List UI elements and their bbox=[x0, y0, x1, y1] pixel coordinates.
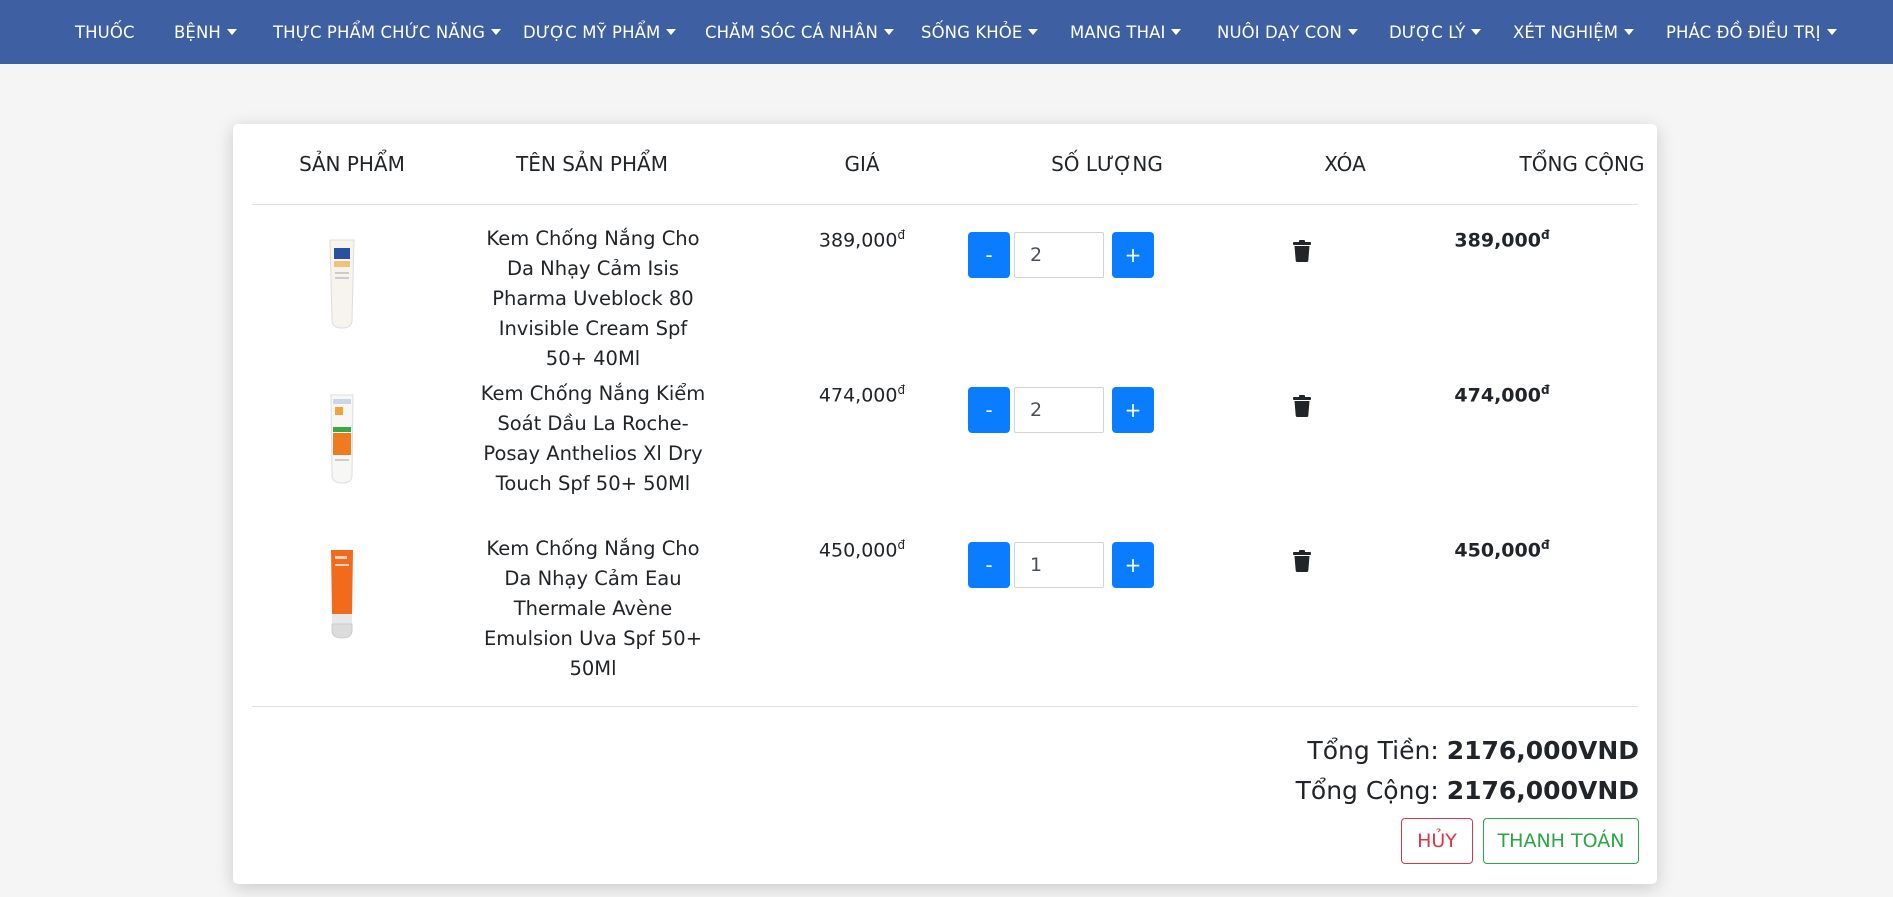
currency-symbol: đ bbox=[897, 383, 906, 397]
chevron-down-icon bbox=[1826, 29, 1837, 35]
price-value: 450,000 bbox=[818, 539, 898, 562]
chevron-down-icon bbox=[1624, 29, 1635, 35]
nav-item-duoc-my-pham[interactable]: DƯỢC MỸ PHẨM bbox=[523, 0, 677, 64]
nav-item-thuoc[interactable]: THUỐC bbox=[75, 0, 135, 64]
product-price: 389,000đ bbox=[743, 228, 981, 251]
product-name: Kem Chống Nắng Cho Da Nhạy Cảm Eau Therm… bbox=[483, 537, 703, 680]
price-value: 474,000 bbox=[818, 384, 898, 407]
nav-item-label: DƯỢC LÝ bbox=[1389, 22, 1466, 42]
nav-item-xet-nghiem[interactable]: XÉT NGHIỆM bbox=[1513, 0, 1635, 64]
nav-item-label: MANG THAI bbox=[1070, 22, 1166, 42]
currency-symbol: đ bbox=[1540, 383, 1550, 397]
nav-item-label: PHÁC ĐỒ ĐIỀU TRỊ bbox=[1666, 22, 1821, 42]
currency-symbol: đ bbox=[897, 538, 906, 552]
divider bbox=[252, 204, 1638, 205]
cart-card: SẢN PHẨM TÊN SẢN PHẨM GIÁ SỐ LƯỢNG XÓA T… bbox=[233, 124, 1657, 884]
chevron-down-icon bbox=[226, 29, 237, 35]
nav-item-nuoi-day-con[interactable]: NUÔI DẠY CON bbox=[1217, 0, 1358, 64]
chevron-down-icon bbox=[1171, 29, 1182, 35]
nav-item-cham-soc-ca-nhan[interactable]: CHĂM SÓC CÁ NHÂN bbox=[705, 0, 894, 64]
header-total: TỔNG CỘNG bbox=[1519, 152, 1645, 176]
header-delete: XÓA bbox=[1324, 152, 1366, 176]
row-total-value: 474,000 bbox=[1454, 384, 1541, 407]
chevron-down-icon bbox=[1347, 29, 1358, 35]
nav-item-label: NUÔI DẠY CON bbox=[1217, 22, 1342, 42]
row-total: 450,000đ bbox=[1383, 538, 1621, 561]
nav-item-label: XÉT NGHIỆM bbox=[1513, 22, 1619, 42]
white-orange-tube-icon bbox=[330, 394, 354, 484]
nav-item-duoc-ly[interactable]: DƯỢC LÝ bbox=[1389, 0, 1482, 64]
header-price: GIÁ bbox=[844, 152, 880, 176]
quantity-input[interactable] bbox=[1014, 387, 1104, 433]
nav-item-song-khoe[interactable]: SỐNG KHỎE bbox=[921, 0, 1039, 64]
trash-icon[interactable] bbox=[1293, 240, 1311, 262]
grand-total-line: Tổng Cộng: 2176,000VND bbox=[1296, 776, 1639, 805]
quantity-input[interactable] bbox=[1014, 542, 1104, 588]
nav-item-benh[interactable]: BỆNH bbox=[174, 0, 237, 64]
nav-item-thuc-pham-chuc-nang[interactable]: THỰC PHẨM CHỨC NĂNG bbox=[273, 0, 502, 64]
chevron-down-icon bbox=[666, 29, 677, 35]
increase-quantity-button[interactable]: + bbox=[1112, 542, 1154, 588]
nav-item-label: BỆNH bbox=[174, 22, 221, 42]
chevron-down-icon bbox=[491, 29, 502, 35]
decrease-quantity-button[interactable]: - bbox=[968, 387, 1010, 433]
product-price: 474,000đ bbox=[743, 383, 981, 406]
currency-symbol: đ bbox=[1540, 228, 1550, 242]
currency-symbol: đ bbox=[897, 228, 906, 242]
nav-item-label: CHĂM SÓC CÁ NHÂN bbox=[705, 22, 878, 42]
chevron-down-icon bbox=[1471, 29, 1482, 35]
nav-item-label: THUỐC bbox=[75, 22, 135, 42]
price-value: 389,000 bbox=[818, 229, 898, 252]
checkout-button[interactable]: THANH TOÁN bbox=[1483, 818, 1639, 864]
subtotal-value: 2176,000VND bbox=[1446, 736, 1639, 765]
grand-total-value: 2176,000VND bbox=[1446, 776, 1639, 805]
row-total: 474,000đ bbox=[1383, 383, 1621, 406]
row-total-value: 450,000 bbox=[1454, 539, 1541, 562]
nav-item-label: DƯỢC MỸ PHẨM bbox=[523, 22, 661, 42]
trash-icon[interactable] bbox=[1293, 395, 1311, 417]
trash-icon[interactable] bbox=[1293, 550, 1311, 572]
product-name: Kem Chống Nắng Cho Da Nhạy Cảm Isis Phar… bbox=[486, 227, 700, 370]
nav-item-phac-do-dieu-tri[interactable]: PHÁC ĐỒ ĐIỀU TRỊ bbox=[1666, 0, 1837, 64]
nav-item-label: SỐNG KHỎE bbox=[921, 22, 1023, 42]
increase-quantity-button[interactable]: + bbox=[1112, 232, 1154, 278]
cancel-button[interactable]: HỦY bbox=[1401, 818, 1473, 864]
decrease-quantity-button[interactable]: - bbox=[968, 232, 1010, 278]
header-quantity: SỐ LƯỢNG bbox=[1051, 152, 1163, 176]
increase-quantity-button[interactable]: + bbox=[1112, 387, 1154, 433]
top-navbar: THUỐC BỆNH THỰC PHẨM CHỨC NĂNG DƯỢC MỸ P… bbox=[0, 0, 1893, 64]
chevron-down-icon bbox=[1028, 29, 1039, 35]
decrease-quantity-button[interactable]: - bbox=[968, 542, 1010, 588]
white-tube-icon bbox=[329, 239, 355, 329]
subtotal-line: Tổng Tiền: 2176,000VND bbox=[1307, 736, 1639, 765]
product-price: 450,000đ bbox=[743, 538, 981, 561]
nav-item-mang-thai[interactable]: MANG THAI bbox=[1070, 0, 1182, 64]
currency-symbol: đ bbox=[1540, 538, 1550, 552]
grand-total-label: Tổng Cộng: bbox=[1295, 776, 1439, 805]
divider bbox=[252, 706, 1638, 707]
subtotal-label: Tổng Tiền: bbox=[1307, 736, 1439, 765]
quantity-input[interactable] bbox=[1014, 232, 1104, 278]
orange-tube-icon bbox=[331, 550, 353, 639]
row-total: 389,000đ bbox=[1383, 228, 1621, 251]
product-name: Kem Chống Nắng Kiểm Soát Dầu La Roche-Po… bbox=[480, 382, 706, 495]
header-product-name: TÊN SẢN PHẨM bbox=[516, 152, 668, 176]
header-product: SẢN PHẨM bbox=[299, 152, 405, 176]
row-total-value: 389,000 bbox=[1454, 229, 1541, 252]
chevron-down-icon bbox=[883, 29, 894, 35]
nav-item-label: THỰC PHẨM CHỨC NĂNG bbox=[273, 22, 486, 42]
